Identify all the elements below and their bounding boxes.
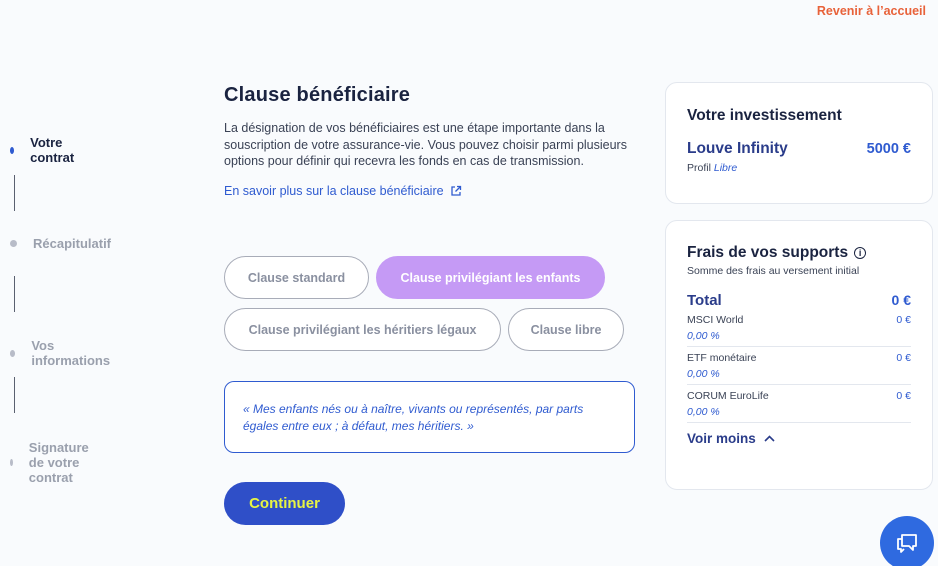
chat-button[interactable] bbox=[880, 516, 934, 566]
investment-card: Votre investissement Louve Infinity 5000… bbox=[665, 82, 933, 204]
investment-title: Votre investissement bbox=[687, 107, 842, 124]
fund-name: ETF monétaire bbox=[687, 352, 757, 364]
fees-total-row: Total 0 € bbox=[687, 292, 911, 309]
page-description: La désignation de vos bénéficiaires est … bbox=[224, 121, 627, 168]
fund-amount: 0 € bbox=[896, 314, 911, 326]
step-recapitulatif[interactable]: Récapitulatif bbox=[10, 236, 111, 251]
fund-amount: 0 € bbox=[896, 352, 911, 364]
fees-total-label: Total bbox=[687, 292, 722, 309]
voir-moins-label: Voir moins bbox=[687, 431, 756, 446]
fund-row: ETF monétaire 0 € 0,00 % bbox=[687, 347, 911, 385]
beneficiary-clause-section: Clause bénéficiaire La désignation de vo… bbox=[224, 84, 644, 525]
chevron-up-icon bbox=[764, 435, 775, 442]
chat-bubble-icon bbox=[897, 534, 917, 553]
fees-subtitle: Somme des frais au versement initial bbox=[687, 265, 860, 277]
step-connector bbox=[14, 377, 15, 413]
fund-row: CORUM EuroLife 0 € 0,00 % bbox=[687, 385, 911, 423]
voir-moins-toggle[interactable]: Voir moins bbox=[687, 431, 775, 446]
step-connector bbox=[14, 175, 15, 211]
option-clause-standard[interactable]: Clause standard bbox=[224, 256, 369, 299]
step-connector bbox=[14, 276, 15, 312]
clause-text: « Mes enfants nés ou à naître, vivants o… bbox=[243, 402, 584, 433]
back-to-home-link[interactable]: Revenir à l’accueil bbox=[817, 4, 926, 18]
step-label: Votre contrat bbox=[30, 135, 75, 165]
option-clause-enfants[interactable]: Clause privilégiant les enfants bbox=[376, 256, 605, 299]
step-dot-icon bbox=[10, 459, 13, 466]
step-dot-icon bbox=[10, 349, 16, 357]
fees-total-value: 0 € bbox=[891, 292, 911, 308]
fees-title-row: Frais de vos supports i bbox=[687, 244, 911, 262]
step-vos-informations[interactable]: Vos informations bbox=[10, 338, 112, 368]
fund-name: MSCI World bbox=[687, 314, 744, 326]
profil-label: Profil bbox=[687, 162, 711, 174]
fund-pct: 0,00 % bbox=[687, 330, 720, 342]
learn-more-label: En savoir plus sur la clause bénéficiair… bbox=[224, 183, 444, 198]
fund-name: CORUM EuroLife bbox=[687, 390, 769, 402]
step-dot-icon bbox=[10, 146, 15, 154]
fund-row: MSCI World 0 € 0,00 % bbox=[687, 309, 911, 347]
fund-amount: 0 € bbox=[896, 390, 911, 402]
page-title: Clause bénéficiaire bbox=[224, 84, 411, 106]
external-link-icon bbox=[450, 185, 461, 196]
continue-button[interactable]: Continuer bbox=[224, 482, 345, 525]
product-name: Louve Infinity bbox=[687, 140, 788, 157]
option-clause-heritiers[interactable]: Clause privilégiant les héritiers légaux bbox=[224, 308, 501, 351]
profil-value: Libre bbox=[713, 162, 738, 174]
product-amount: 5000 € bbox=[866, 141, 911, 157]
fund-pct: 0,00 % bbox=[687, 368, 720, 380]
step-label: Vos informations bbox=[31, 338, 111, 368]
fees-title: Frais de vos supports bbox=[687, 244, 849, 261]
step-votre-contrat[interactable]: Votre contrat bbox=[10, 135, 77, 165]
step-label: Signature de votre contrat bbox=[28, 440, 89, 485]
step-signature[interactable]: Signature de votre contrat bbox=[10, 440, 93, 485]
option-clause-libre[interactable]: Clause libre bbox=[508, 308, 624, 351]
learn-more-link[interactable]: En savoir plus sur la clause bénéficiair… bbox=[224, 184, 462, 198]
info-icon[interactable]: i bbox=[854, 247, 867, 259]
step-dot-icon bbox=[10, 240, 17, 247]
step-label: Récapitulatif bbox=[33, 236, 112, 251]
profil-row: Profil Libre bbox=[687, 162, 911, 174]
product-row: Louve Infinity 5000 € bbox=[687, 140, 911, 158]
fund-pct: 0,00 % bbox=[687, 406, 720, 418]
clause-text-box: « Mes enfants nés ou à naître, vivants o… bbox=[224, 381, 635, 453]
fees-card: Frais de vos supports i Somme des frais … bbox=[665, 220, 933, 490]
